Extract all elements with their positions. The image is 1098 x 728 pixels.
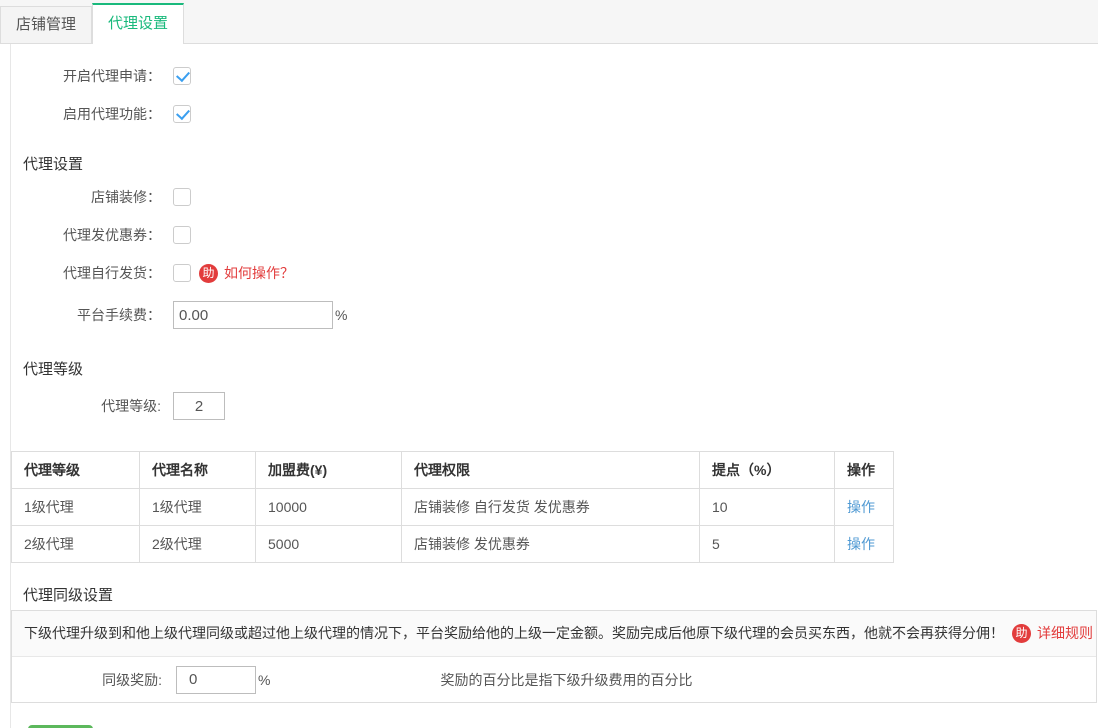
enable-agent-function-row: 启用代理功能： (11, 104, 1098, 124)
help-icon: 助 (1012, 624, 1031, 643)
agent-level-input[interactable] (173, 392, 225, 420)
agent-self-shipping-row: 代理自行发货： 助 如何操作？ (11, 263, 1098, 283)
cell-rate: 5 (700, 526, 835, 563)
enable-agent-apply-checkbox[interactable] (173, 67, 191, 85)
shop-decoration-row: 店铺装修： (11, 187, 1098, 207)
cell-level: 2级代理 (12, 526, 140, 563)
cell-fee: 10000 (256, 489, 402, 526)
table-header-row: 代理等级 代理名称 加盟费(¥) 代理权限 提点（%） 操作 (12, 452, 894, 489)
col-header-name: 代理名称 (140, 452, 256, 489)
tab-agent-settings[interactable]: 代理设置 (92, 3, 184, 44)
shop-decoration-label: 店铺装修： (11, 187, 161, 207)
same-level-reward-label: 同级奖励: (12, 670, 162, 690)
agent-coupon-label: 代理发优惠券： (11, 225, 161, 245)
enable-agent-function-checkbox[interactable] (173, 105, 191, 123)
agent-self-shipping-checkbox[interactable] (173, 264, 191, 282)
agent-coupon-checkbox[interactable] (173, 226, 191, 244)
help-icon: 助 (199, 264, 218, 283)
cell-name: 1级代理 (140, 489, 256, 526)
same-level-notice: 下级代理升级到和他上级代理同级或超过他上级代理的情况下，平台奖励给他的上级一定金… (12, 611, 1096, 657)
cell-name: 2级代理 (140, 526, 256, 563)
same-level-section-title: 代理同级设置 (23, 584, 1098, 605)
agent-settings-panel: 开启代理申请： 启用代理功能： 代理设置 店铺装修： 代理发优惠券： 代理自行发… (10, 44, 1098, 728)
table-row: 2级代理 2级代理 5000 店铺装修 发优惠券 5 操作 (12, 526, 894, 563)
col-header-rate: 提点（%） (700, 452, 835, 489)
cell-rate: 10 (700, 489, 835, 526)
agent-level-row: 代理等级: (11, 392, 1098, 420)
table-row: 1级代理 1级代理 10000 店铺装修 自行发货 发优惠券 10 操作 (12, 489, 894, 526)
agent-level-section-title: 代理等级 (23, 358, 1098, 379)
platform-fee-row: 平台手续费： % (11, 301, 1098, 329)
col-header-level: 代理等级 (12, 452, 140, 489)
shop-decoration-checkbox[interactable] (173, 188, 191, 206)
agent-self-shipping-label: 代理自行发货： (11, 263, 161, 283)
col-header-action: 操作 (835, 452, 894, 489)
platform-fee-label: 平台手续费： (11, 305, 161, 325)
agent-level-label: 代理等级: (11, 396, 161, 416)
same-level-notice-text: 下级代理升级到和他上级代理同级或超过他上级代理的情况下，平台奖励给他的上级一定金… (24, 623, 1004, 643)
cell-perms: 店铺装修 自行发货 发优惠券 (402, 489, 700, 526)
enable-agent-function-label: 启用代理功能： (11, 104, 161, 124)
agent-levels-table: 代理等级 代理名称 加盟费(¥) 代理权限 提点（%） 操作 1级代理 1级代理… (11, 451, 894, 563)
enable-agent-apply-row: 开启代理申请： (11, 66, 1098, 86)
col-header-fee: 加盟费(¥) (256, 452, 402, 489)
same-level-reward-input[interactable] (176, 666, 256, 694)
tab-bar: 店铺管理 代理设置 (0, 0, 1098, 44)
platform-fee-input[interactable] (173, 301, 333, 329)
tab-shop-management[interactable]: 店铺管理 (0, 6, 92, 43)
enable-agent-apply-label: 开启代理申请： (11, 66, 161, 86)
same-level-reward-suffix: % (258, 672, 270, 688)
same-level-box: 下级代理升级到和他上级代理同级或超过他上级代理的情况下，平台奖励给他的上级一定金… (11, 610, 1097, 703)
cell-perms: 店铺装修 发优惠券 (402, 526, 700, 563)
row1-action-link[interactable]: 操作 (847, 499, 875, 515)
detailed-rules-link[interactable]: 详细规则 (1037, 623, 1093, 643)
same-level-reward-row: 同级奖励: % 奖励的百分比是指下级升级费用的百分比 (12, 657, 1096, 702)
col-header-perms: 代理权限 (402, 452, 700, 489)
cell-fee: 5000 (256, 526, 402, 563)
row2-action-link[interactable]: 操作 (847, 536, 875, 552)
same-level-reward-remark: 奖励的百分比是指下级升级费用的百分比 (440, 670, 692, 690)
platform-fee-suffix: % (335, 307, 347, 323)
cell-level: 1级代理 (12, 489, 140, 526)
agent-settings-section-title: 代理设置 (23, 153, 1098, 174)
how-to-operate-link[interactable]: 如何操作？ (224, 263, 294, 283)
agent-coupon-row: 代理发优惠券： (11, 225, 1098, 245)
